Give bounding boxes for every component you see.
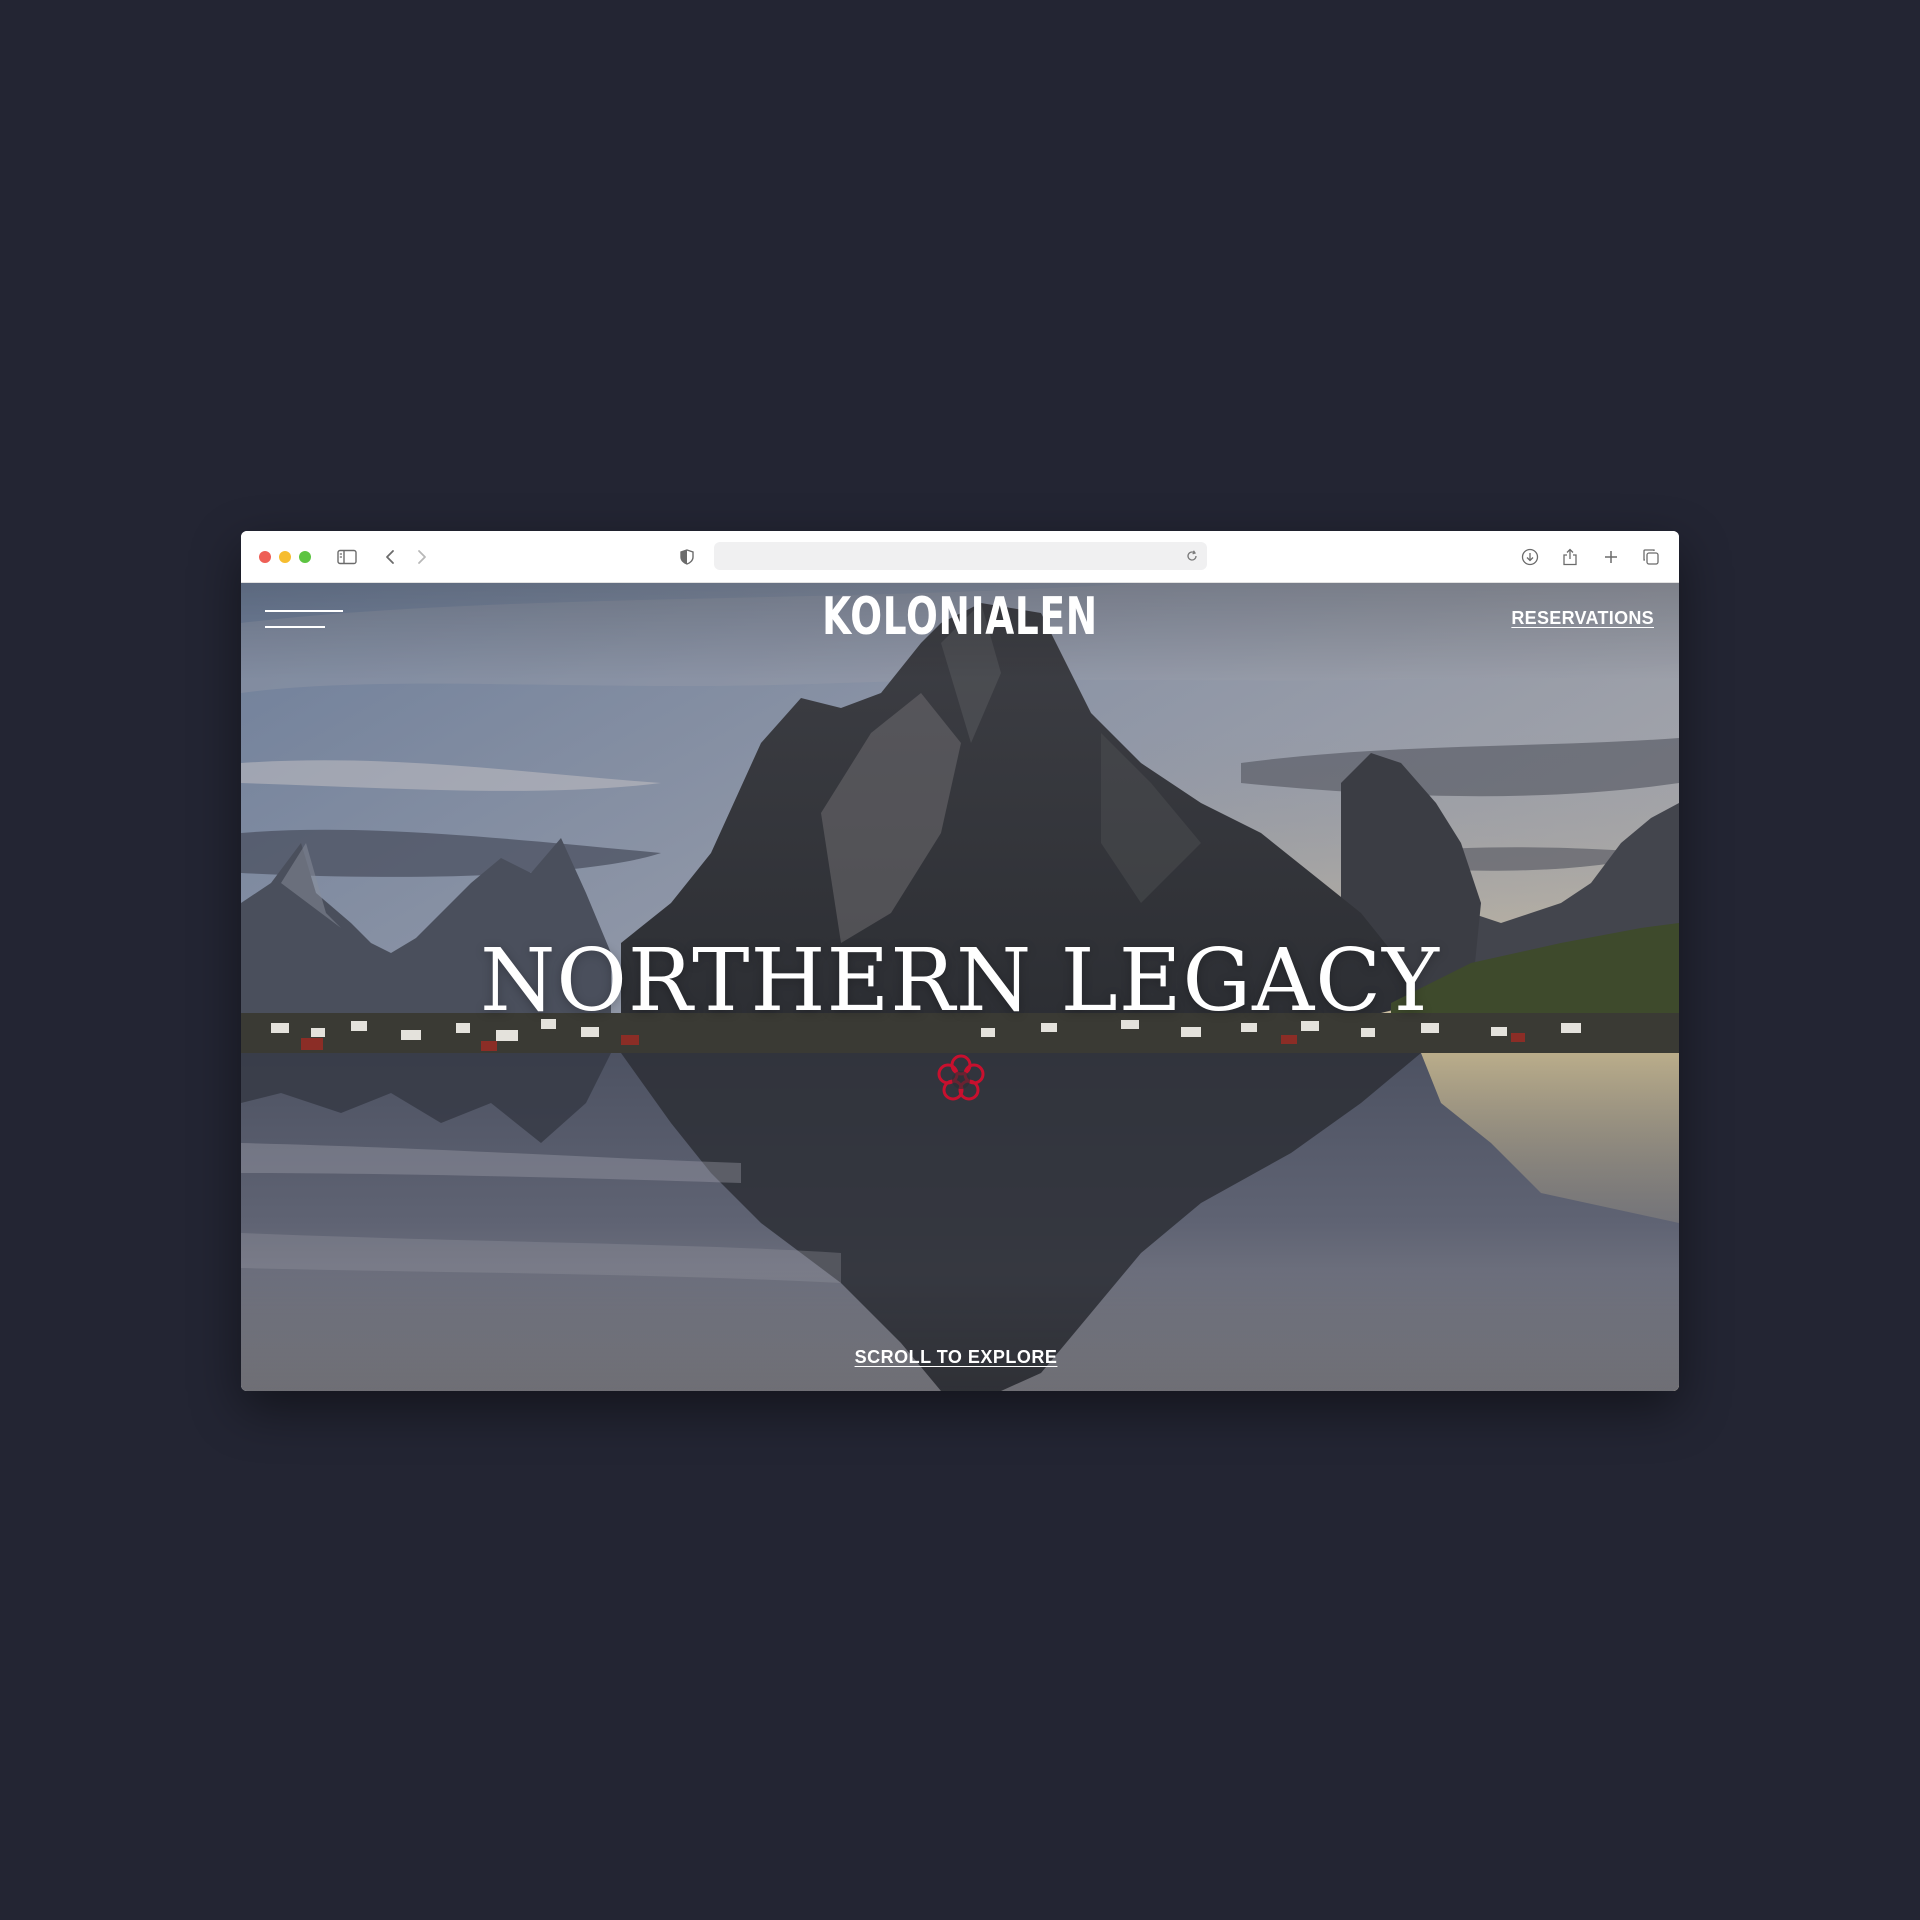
back-icon[interactable] [377,544,403,570]
website-viewport: KOLONIALEN RESERVATIONS NORTHERN LEGACY … [241,583,1679,1391]
hamburger-menu-icon[interactable] [265,607,343,629]
site-logo[interactable]: KOLONIALEN [442,587,1477,647]
shield-icon[interactable] [674,544,700,570]
reservations-link[interactable]: RESERVATIONS [1511,608,1654,629]
address-bar[interactable] [714,542,1207,570]
michelin-star-icon [937,1054,985,1101]
share-icon[interactable] [1557,544,1583,570]
browser-toolbar [241,531,1679,583]
scroll-to-explore-link[interactable]: SCROLL TO EXPLORE [241,1347,1671,1368]
reload-icon[interactable] [1183,547,1201,565]
maximize-window-button[interactable] [299,551,311,563]
close-window-button[interactable] [259,551,271,563]
menu-line-bottom [265,626,325,628]
hero-headline: NORTHERN LEGACY [480,931,1440,1031]
sidebar-icon[interactable] [334,544,360,570]
page-backdrop: KOLONIALEN RESERVATIONS NORTHERN LEGACY … [0,0,1920,1920]
new-tab-icon[interactable] [1598,544,1624,570]
minimize-window-button[interactable] [279,551,291,563]
download-icon[interactable] [1517,544,1543,570]
forward-icon[interactable] [409,544,435,570]
tabs-overview-icon[interactable] [1638,544,1664,570]
menu-line-top [265,610,343,612]
browser-window: KOLONIALEN RESERVATIONS NORTHERN LEGACY … [241,531,1679,1391]
